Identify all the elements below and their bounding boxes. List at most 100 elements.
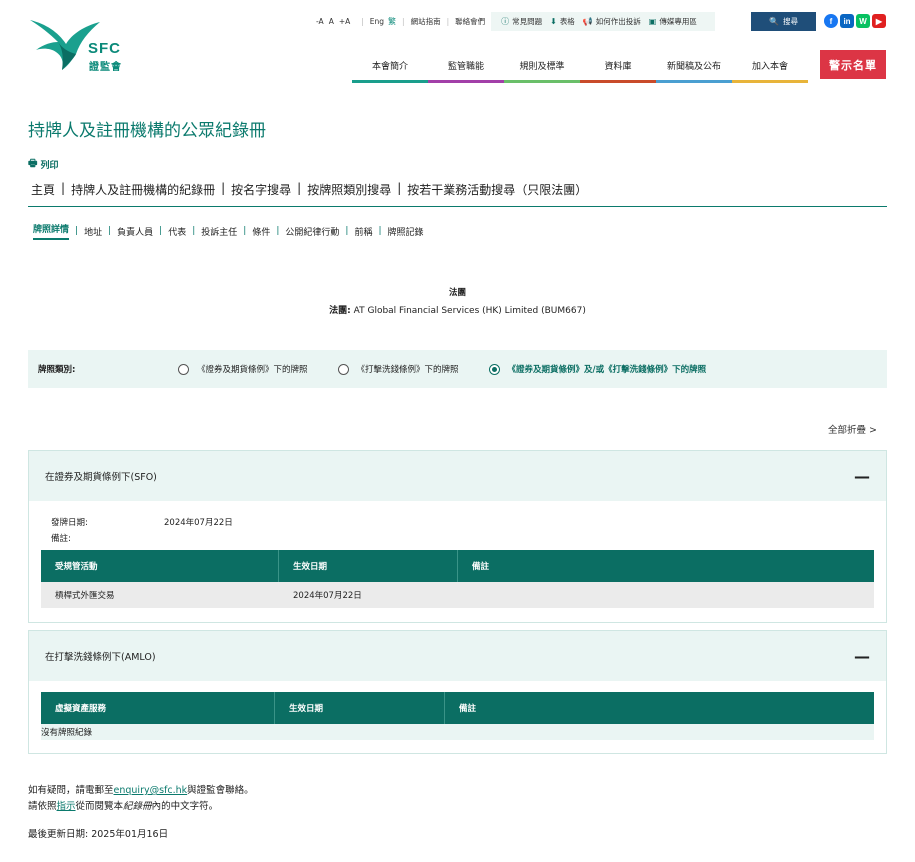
tab-complaints-officer[interactable]: 投訴主任 — [201, 225, 237, 238]
col-virtual-asset-service: 虛擬資產服務 — [41, 692, 275, 724]
amlo-panel-header[interactable]: 在打擊洗錢條例下(AMLO) — — [29, 631, 886, 681]
complaint-link[interactable]: 📢 如何作出投訴 — [583, 16, 641, 27]
divider: | — [297, 181, 302, 195]
lang-english-link[interactable]: Eng — [370, 17, 384, 26]
tab-address[interactable]: 地址 — [84, 225, 102, 238]
last-updated: 最後更新日期: 2025年01月16日 — [28, 829, 169, 840]
tab-responsible-officers[interactable]: 負責人員 — [117, 225, 153, 238]
divider: | — [243, 226, 247, 236]
font-normal-button[interactable]: A — [329, 17, 334, 26]
instructions-link[interactable]: 指示 — [57, 801, 76, 812]
remarks-row: 備註: — [41, 530, 874, 546]
breadcrumb-register[interactable]: 持牌人及註冊機構的紀錄冊 — [71, 181, 215, 198]
tab-former-names[interactable]: 前稱 — [354, 225, 372, 238]
radio-sfo-amlo-license[interactable]: 《證券及期貨條例》及/或《打擊洗錢條例》下的牌照 — [488, 363, 707, 375]
breadcrumb-search-name[interactable]: 按名字搜尋 — [231, 181, 291, 198]
tab-conditions[interactable]: 條件 — [252, 225, 270, 238]
tab-representatives[interactable]: 代表 — [168, 225, 186, 238]
divider: | — [345, 226, 349, 236]
megaphone-icon: 📢 — [582, 17, 593, 26]
linkedin-icon[interactable]: in — [840, 14, 854, 28]
tab-license-details[interactable]: 牌照詳情 — [33, 222, 70, 240]
issue-date-label: 發牌日期: — [51, 518, 88, 528]
divider: | — [192, 226, 196, 236]
radio-unchecked-icon[interactable] — [178, 363, 189, 375]
remarks-label: 備註: — [51, 534, 71, 544]
breadcrumb-search-activity[interactable]: 按若干業務活動搜尋（只限法團） — [407, 181, 587, 198]
divider: | — [446, 17, 450, 26]
youtube-icon[interactable]: ▶ — [872, 14, 886, 28]
enquiry-text: 如有疑問，請電郵至 — [28, 785, 114, 796]
col-remarks: 備註 — [472, 562, 490, 572]
radio-checked-icon[interactable] — [488, 363, 500, 375]
issue-date-row: 發牌日期: 2024年07月22日 — [41, 514, 874, 530]
chinese-chars-note: 請依照指示從而閱覽本紀錄冊內的中文字符。 — [28, 798, 218, 812]
nav-careers[interactable]: 加入本會 — [732, 50, 808, 83]
radio-unchecked-icon[interactable] — [337, 363, 349, 375]
sfo-panel-body: 發牌日期: 2024年07月22日 備註: 受規管活動 生效日期 備註 槓桿式外… — [29, 501, 886, 608]
nav-rules-standards[interactable]: 規則及標準 — [504, 50, 580, 83]
no-records-text: 沒有牌照紀錄 — [41, 728, 93, 738]
cell-effective-date: 2024年07月22日 — [293, 591, 362, 601]
radio-sfo-license[interactable]: 《證券及期貨條例》下的牌照 — [178, 363, 308, 375]
nav-regulatory-functions[interactable]: 監管職能 — [428, 50, 504, 83]
social-links: f in W ▶ — [824, 14, 888, 28]
entity-name: AT Global Financial Services (HK) Limite… — [353, 306, 586, 316]
facebook-icon[interactable]: f — [824, 14, 838, 28]
table-row: 槓桿式外匯交易 2024年07月22日 — [41, 582, 874, 608]
col-effective-date: 生效日期 — [279, 550, 458, 582]
note-text-italic: 紀錄冊 — [123, 801, 152, 812]
nav-about[interactable]: 本會簡介 — [352, 50, 428, 83]
breadcrumb-home[interactable]: 主頁 — [31, 181, 55, 198]
divider: | — [276, 226, 280, 236]
main-nav: 本會簡介 監管職能 規則及標準 資料庫 新聞稿及公布 加入本會 — [352, 50, 808, 83]
media-link[interactable]: ▣ 傳媒專用區 — [649, 16, 697, 27]
divider: | — [378, 226, 382, 236]
contact-link[interactable]: 聯絡會們 — [455, 16, 485, 27]
col-regulated-activity: 受規管活動 — [41, 550, 279, 582]
divider: | — [75, 226, 79, 236]
utility-bar: -A A +A | Eng 繁 | 網站指南 | 聯絡會們 ⓘ 常見問題 ⬇ 表格 … — [316, 12, 715, 31]
wechat-icon[interactable]: W — [856, 14, 870, 28]
site-header: SFC 證監會 -A A +A | Eng 繁 | 網站指南 | 聯絡會們 ⓘ 常… — [0, 0, 915, 90]
page-title: 持牌人及註冊機構的公眾紀錄冊 — [28, 121, 266, 141]
divider: | — [361, 17, 364, 26]
search-button[interactable]: 🔍 搜尋 — [751, 12, 816, 31]
alert-list-button[interactable]: 警示名單 — [820, 50, 886, 79]
print-label: 列印 — [40, 161, 59, 171]
note-text: 請依照 — [28, 801, 57, 812]
radio-amlo-label: 《打擊洗錢條例》下的牌照 — [356, 365, 459, 375]
faq-link[interactable]: ⓘ 常見問題 — [501, 16, 542, 27]
collapse-all-link[interactable]: 全部折疊 > — [828, 422, 877, 436]
entity-name-label: 法團: — [329, 306, 351, 316]
nav-news[interactable]: 新聞稿及公布 — [656, 50, 732, 83]
image-icon: ▣ — [648, 17, 657, 26]
media-label: 傳媒專用區 — [659, 17, 697, 26]
divider: | — [159, 226, 163, 236]
enquiry-text-end: 與證監會聯絡。 — [187, 785, 254, 796]
amlo-panel-body: 虛擬資產服務 生效日期 備註 沒有牌照紀錄 — [29, 681, 886, 740]
radio-amlo-license[interactable]: 《打擊洗錢條例》下的牌照 — [337, 363, 459, 375]
collapse-icon[interactable]: — — [854, 647, 870, 666]
font-decrease-button[interactable]: -A — [316, 17, 324, 26]
collapse-icon[interactable]: — — [854, 467, 870, 486]
site-guide-link[interactable]: 網站指南 — [411, 16, 441, 27]
breadcrumb-search-license[interactable]: 按牌照類別搜尋 — [307, 181, 391, 198]
print-link[interactable]: 🖶 列印 — [28, 156, 58, 173]
font-increase-button[interactable]: +A — [339, 17, 350, 26]
breadcrumb: 主頁 | 持牌人及註冊機構的紀錄冊 | 按名字搜尋 | 按牌照類別搜尋 | 按若… — [31, 181, 587, 198]
tab-disciplinary-actions[interactable]: 公開紀律行動 — [285, 225, 339, 238]
tab-license-record[interactable]: 牌照記錄 — [388, 225, 424, 238]
forms-link[interactable]: ⬇ 表格 — [550, 16, 575, 27]
lang-trad-chinese-icon[interactable]: 繁 — [388, 16, 396, 27]
quick-links: ⓘ 常見問題 ⬇ 表格 📢 如何作出投訴 ▣ 傳媒專用區 — [491, 12, 715, 31]
license-type-label: 牌照類別: — [38, 365, 76, 375]
sfo-panel-header[interactable]: 在證券及期貨條例下(SFO) — — [29, 451, 886, 501]
license-type-selector: 牌照類別: 《證券及期貨條例》下的牌照 《打擊洗錢條例》下的牌照 《證券及期貨條… — [28, 350, 887, 388]
nav-database[interactable]: 資料庫 — [580, 50, 656, 83]
note-text-mid: 從而閱覽本 — [75, 801, 124, 812]
radio-sfo-amlo-label: 《證券及期貨條例》及/或《打擊洗錢條例》下的牌照 — [507, 365, 707, 375]
enquiry-email-link[interactable]: enquiry@sfc.hk — [114, 785, 188, 796]
forms-label: 表格 — [559, 17, 575, 26]
note-text-end: 內的中文字符。 — [151, 801, 219, 812]
